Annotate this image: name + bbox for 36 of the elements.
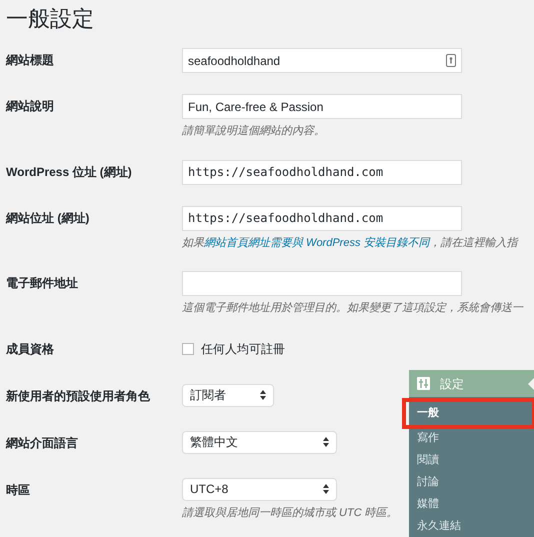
input-field[interactable] [182, 271, 462, 296]
checkbox[interactable] [182, 343, 194, 355]
menu-item[interactable]: 永久連結 [409, 515, 534, 537]
field-label: 網站介面語言 [6, 436, 78, 450]
field-label: WordPress 位址 (網址) [6, 164, 132, 178]
help-text: 如果網站首頁網址需要與 WordPress 安裝目錄不同，請在這裡輸入指 [182, 236, 518, 250]
menu-item[interactable]: 媒體 [409, 493, 534, 515]
field-label: 電子郵件地址 [6, 276, 78, 290]
dropdown[interactable]: 繁體中文 [182, 430, 337, 454]
input-field[interactable]: https://seafoodholdhand.com [182, 206, 462, 230]
updown-arrows-icon [260, 390, 266, 400]
settings-icon [417, 377, 430, 390]
field-label: 網站位址 (網址) [6, 210, 90, 224]
page-title: 一般設定 [6, 5, 94, 33]
current-pointer-icon [528, 378, 534, 390]
keychain-icon[interactable] [446, 54, 456, 67]
help-link[interactable]: 網站首頁網址需要與 WordPress 安裝目錄不同 [204, 236, 430, 248]
input-field[interactable]: https://seafoodholdhand.com [182, 160, 462, 184]
help-text: 這個電子郵件地址用於管理目的。如果變更了這項設定，系統會傳送一 [182, 300, 523, 316]
input-field[interactable]: Fun, Care-free & Passion [182, 94, 462, 119]
updown-arrows-icon [323, 484, 329, 494]
field-label: 網站說明 [6, 99, 54, 113]
input-field[interactable]: seafoodholdhand [182, 48, 462, 73]
field-label: 時區 [6, 482, 30, 496]
menu-item[interactable]: 寫作 [409, 427, 534, 449]
field-label: 新使用者的預設使用者角色 [6, 388, 150, 402]
menu-item[interactable]: 閱讀 [409, 449, 534, 471]
help-text: 請簡單說明這個網站的內容。 [182, 124, 325, 139]
dropdown[interactable]: UTC+8 [182, 478, 337, 500]
help-text: 請選取與居地同一時區的城市或 UTC 時區。 [182, 506, 398, 520]
checkbox-label[interactable]: 任何人均可註冊 [201, 340, 285, 358]
updown-arrows-icon [323, 437, 329, 447]
menu-item[interactable]: 討論 [409, 471, 534, 493]
field-label: 成員資格 [6, 342, 54, 356]
dropdown[interactable]: 訂閱者 [182, 384, 274, 406]
field-label: 網站標題 [6, 53, 54, 67]
